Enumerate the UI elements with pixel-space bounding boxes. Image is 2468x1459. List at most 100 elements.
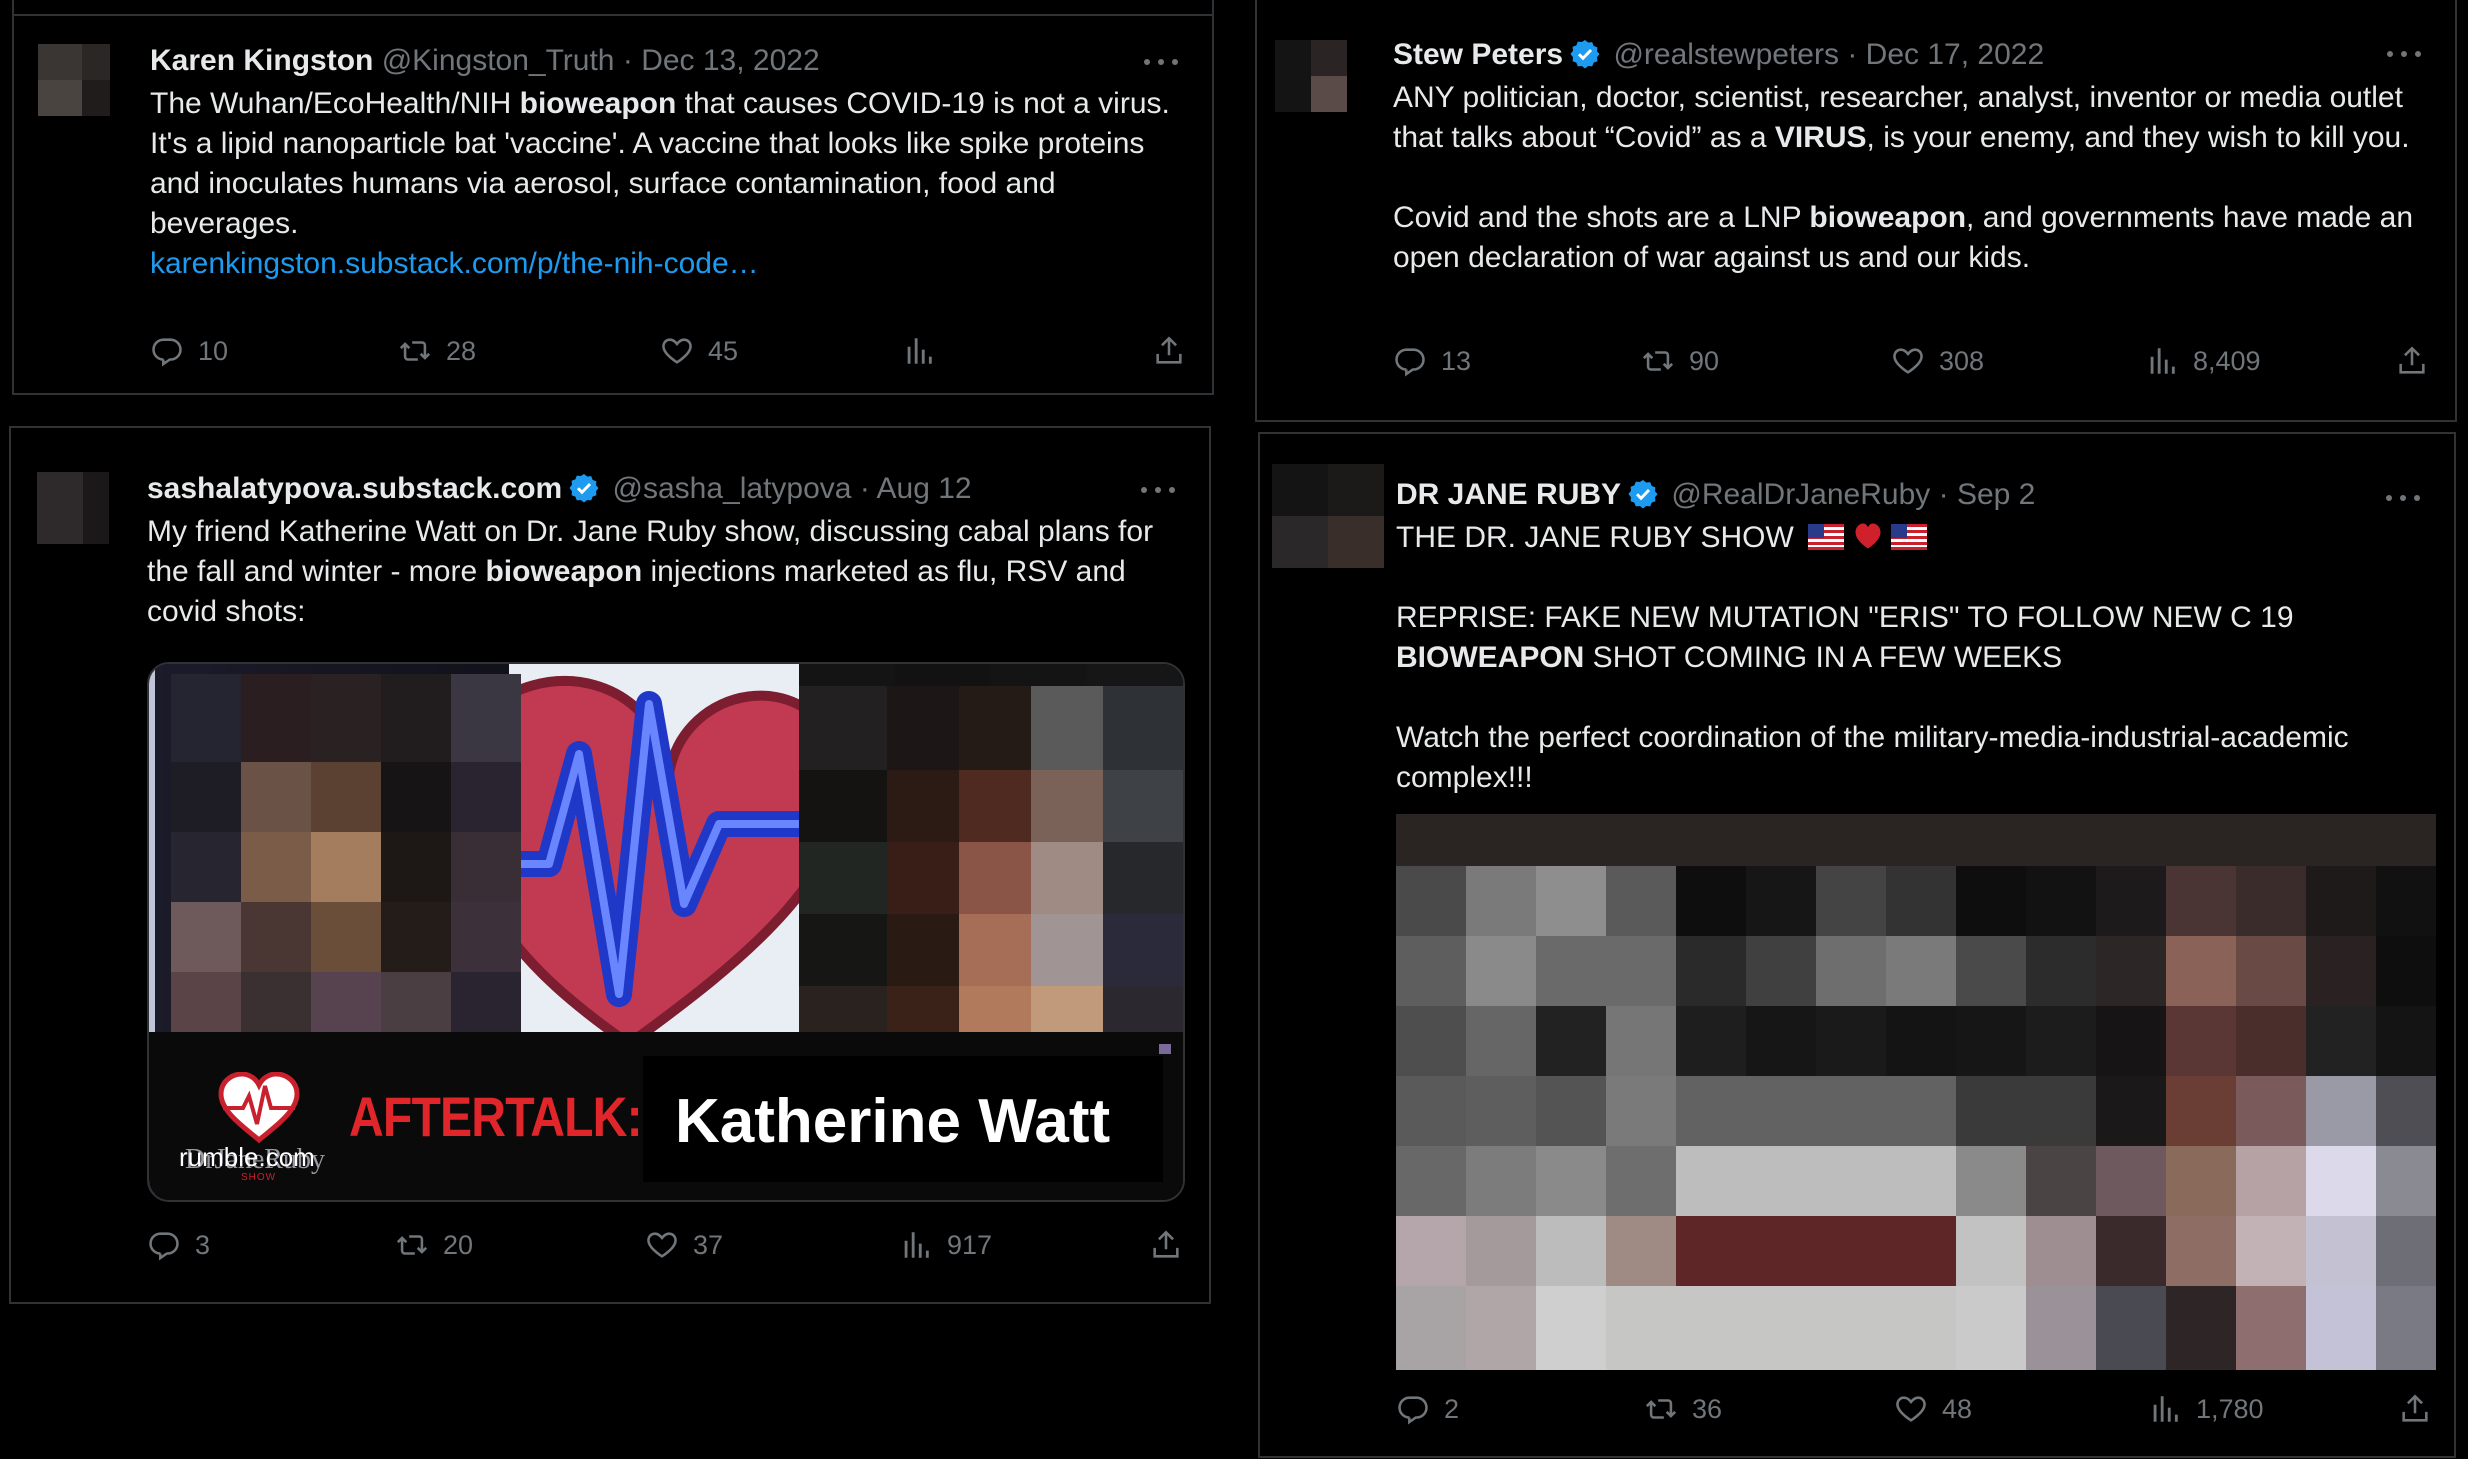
views-icon	[2153, 1396, 2178, 1422]
retweet-button[interactable]: 90	[1641, 344, 1719, 378]
heart-graphic	[509, 664, 799, 1056]
verified-badge-icon	[1628, 480, 1658, 509]
tweet-date[interactable]: Dec 17, 2022	[1866, 38, 2044, 71]
share-button[interactable]	[1152, 334, 1186, 368]
views-count: 8,409	[2193, 345, 2261, 376]
author-handle[interactable]: @realstewpeters	[1613, 38, 1839, 71]
author-name[interactable]: DR JANE RUBY	[1396, 478, 1621, 511]
author-name[interactable]: Karen Kingston	[150, 44, 373, 77]
more-icon[interactable]	[2386, 492, 2422, 504]
author-name[interactable]: Stew Peters	[1393, 38, 1563, 71]
views-button[interactable]: 8,409	[2145, 344, 2261, 378]
avatar[interactable]	[38, 44, 110, 116]
more-icon[interactable]	[1141, 484, 1177, 496]
retweet-icon	[396, 1235, 428, 1255]
tweet-header: Karen Kingston @Kingston_Truth · Dec 13,…	[150, 44, 820, 78]
share-icon	[1156, 336, 1182, 364]
tweet-card-dr-jane-ruby[interactable]: DR JANE RUBY @RealDrJaneRuby · Sep 2 THE…	[1258, 432, 2456, 1458]
reply-count: 10	[198, 335, 229, 366]
avatar[interactable]	[37, 472, 109, 544]
tweet-date[interactable]: Dec 13, 2022	[641, 44, 819, 77]
retweet-icon	[1645, 1399, 1677, 1419]
views-button[interactable]: 917	[899, 1228, 992, 1262]
author-name[interactable]: sashalatypova.substack.com	[147, 472, 562, 505]
reply-button[interactable]: 10	[150, 334, 228, 368]
reply-button[interactable]: 3	[147, 1228, 210, 1262]
like-button[interactable]: 37	[645, 1228, 723, 1262]
tweet-actions: 3 20 37 917	[147, 1228, 1187, 1268]
tweet-date[interactable]: Sep 2	[1957, 478, 2035, 511]
more-icon[interactable]	[2387, 48, 2423, 60]
author-handle[interactable]: @sasha_latypova	[613, 472, 852, 505]
author-handle[interactable]: @Kingston_Truth	[382, 44, 615, 77]
heart-logo-icon	[218, 1072, 300, 1144]
like-icon	[662, 338, 692, 364]
tweet-text: ANY politician, doctor, scientist, resea…	[1393, 81, 2413, 274]
share-button[interactable]	[1149, 1228, 1183, 1262]
like-button[interactable]: 45	[660, 334, 738, 368]
views-button[interactable]	[902, 334, 936, 368]
share-icon	[2399, 346, 2425, 374]
like-count: 45	[708, 335, 739, 366]
guest-name: Katherine Watt	[675, 1087, 1111, 1156]
reply-icon	[1395, 348, 1425, 377]
separator-dot: ·	[1938, 478, 1949, 511]
retweet-count: 28	[446, 335, 477, 366]
reply-button[interactable]: 2	[1396, 1392, 1459, 1426]
like-count: 48	[1942, 1393, 1973, 1424]
share-button[interactable]	[2395, 344, 2429, 378]
reply-count: 3	[195, 1229, 211, 1260]
views-count: 917	[947, 1229, 993, 1260]
source-label: rumble.com	[179, 1142, 315, 1172]
video-card[interactable]: DrJaneRuby SHOW rumble.com AFTERTALK: Ka…	[147, 662, 1185, 1202]
like-count: 308	[1939, 345, 1985, 376]
reply-icon	[152, 338, 182, 367]
blurred-person-left	[171, 674, 521, 1032]
like-icon	[647, 1232, 677, 1258]
views-icon	[904, 1232, 929, 1258]
verified-badge-icon	[1570, 40, 1600, 69]
retweet-count: 90	[1689, 345, 1720, 376]
avatar[interactable]	[1272, 464, 1384, 568]
separator-dot: ·	[1847, 38, 1858, 71]
retweet-count: 36	[1692, 1393, 1723, 1424]
share-button[interactable]	[2398, 1392, 2432, 1426]
us-flag-icon	[1890, 524, 1927, 550]
more-icon[interactable]	[1144, 56, 1180, 68]
tweet-card-karen-kingston[interactable]: Karen Kingston @Kingston_Truth · Dec 13,…	[12, 0, 1214, 395]
tweet-card-stew-peters[interactable]: Stew Peters @realstewpeters · Dec 17, 20…	[1255, 0, 2457, 422]
retweet-button[interactable]: 36	[1644, 1392, 1722, 1426]
like-button[interactable]: 308	[1891, 344, 1984, 378]
reply-button[interactable]: 13	[1393, 344, 1471, 378]
tweet-header: sashalatypova.substack.com @sasha_latypo…	[147, 472, 972, 506]
views-button[interactable]: 1,780	[2148, 1392, 2264, 1426]
views-icon	[2150, 348, 2175, 374]
blurred-video-preview[interactable]	[1396, 814, 2436, 1370]
show-logo-subtext: SHOW	[241, 1172, 277, 1183]
like-button[interactable]: 48	[1894, 1392, 1972, 1426]
separator-dot: ·	[859, 472, 870, 505]
like-icon	[1893, 348, 1923, 374]
tweet-link[interactable]: karenkingston.substack.com/p/the-nih-cod…	[150, 247, 759, 280]
us-flag-icon	[1808, 524, 1845, 550]
author-handle[interactable]: @RealDrJaneRuby	[1671, 478, 1930, 511]
tweet-actions: 2 36 48 1,780	[1396, 1392, 2436, 1432]
retweet-button[interactable]: 20	[395, 1228, 473, 1262]
retweet-count: 20	[443, 1229, 474, 1260]
share-icon	[1153, 1230, 1179, 1258]
blurred-person-right	[799, 664, 1183, 1062]
retweet-icon	[399, 341, 431, 361]
tweet-header: DR JANE RUBY @RealDrJaneRuby · Sep 2	[1396, 478, 2035, 512]
reply-count: 13	[1441, 345, 1472, 376]
tweet-header: Stew Peters @realstewpeters · Dec 17, 20…	[1393, 38, 2044, 72]
tweet-text: The Wuhan/EcoHealth/NIH bioweapon that c…	[150, 87, 1170, 280]
tweet-actions: 13 90 308 8,409	[1393, 344, 2433, 384]
retweet-button[interactable]: 28	[398, 334, 476, 368]
retweet-icon	[1642, 351, 1674, 371]
reply-icon	[149, 1232, 179, 1261]
tweet-card-sasha-latypova[interactable]: sashalatypova.substack.com @sasha_latypo…	[9, 426, 1211, 1304]
reply-count: 2	[1444, 1393, 1460, 1424]
aftertalk-label: AFTERTALK:	[349, 1085, 643, 1148]
tweet-date[interactable]: Aug 12	[877, 472, 972, 505]
avatar[interactable]	[1275, 40, 1347, 112]
